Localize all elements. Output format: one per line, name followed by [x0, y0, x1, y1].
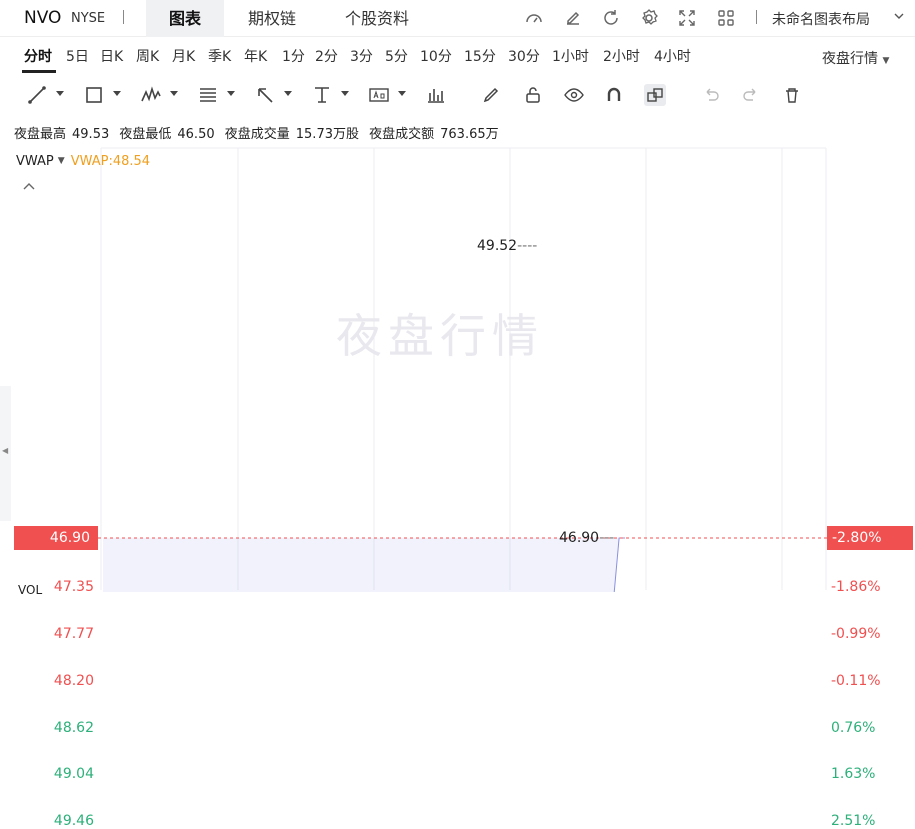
chevron-down-icon[interactable] — [398, 91, 406, 97]
fib-tool-icon[interactable] — [197, 84, 219, 106]
gauge-icon[interactable] — [524, 8, 544, 28]
layout-title[interactable]: 未命名图表布局 — [772, 9, 870, 29]
low-annotation: 46.90--- — [559, 530, 614, 546]
high-label: 夜盘最高 — [14, 127, 67, 142]
y-axis-price-label: 47.35 — [53, 578, 94, 595]
divider — [756, 10, 757, 24]
y-axis-price-label: 48.62 — [53, 719, 94, 736]
watermark-text: 夜盘行情 — [336, 309, 544, 363]
chevron-down-icon[interactable] — [56, 91, 64, 97]
y-axis-price-label: 49.04 — [53, 766, 94, 783]
trash-icon[interactable] — [781, 84, 803, 106]
period-selector: 分时 5日 日K 周K 月K 季K 年K 1分 2分 3分 5分 10分 15分… — [0, 40, 915, 74]
session-dropdown[interactable]: 夜盘行情 ▼ — [822, 48, 889, 68]
y-axis-price-label: 49.46 — [53, 813, 94, 829]
annotation-dash: --- — [599, 530, 615, 546]
eye-icon[interactable] — [563, 84, 585, 106]
y-axis-percent-label: 1.63% — [831, 766, 876, 783]
text-tool-icon[interactable] — [311, 84, 333, 106]
period-5d[interactable]: 5日 — [66, 46, 89, 66]
intraday-chart[interactable] — [0, 145, 915, 592]
gear-icon[interactable] — [639, 8, 659, 28]
chart-canvas[interactable] — [0, 145, 915, 592]
top-bar: NVO NYSE 图表 期权链 个股资料 未命名图表布局 — [0, 0, 915, 37]
chevron-down-icon[interactable] — [894, 11, 904, 21]
y-axis-percent-label: -0.11% — [831, 673, 881, 690]
chevron-down-icon[interactable] — [227, 91, 235, 97]
period-10m[interactable]: 10分 — [420, 46, 452, 66]
period-month-k[interactable]: 月K — [172, 46, 195, 66]
low-label: 夜盘最低 — [119, 127, 172, 142]
session-stats: 夜盘最高 49.53 夜盘最低 46.50 夜盘成交量 15.73万股 夜盘成交额 76… — [14, 123, 505, 142]
period-week-k[interactable]: 周K — [136, 46, 159, 66]
undo-icon[interactable] — [700, 84, 722, 106]
session-dropdown-label: 夜盘行情 — [822, 51, 878, 67]
volume-value: 15.73万股 — [295, 127, 359, 142]
brush-icon[interactable] — [480, 84, 502, 106]
chevron-down-icon[interactable] — [284, 91, 292, 97]
period-4h[interactable]: 4小时 — [654, 46, 691, 66]
current-change-tag: -2.80% — [827, 526, 913, 550]
y-axis-price-label: 47.77 — [53, 625, 94, 642]
amount-value: 763.65万 — [440, 127, 499, 142]
period-1h[interactable]: 1小时 — [552, 46, 589, 66]
price-area — [103, 538, 625, 592]
edit-icon[interactable] — [563, 8, 583, 28]
period-year-k[interactable]: 年K — [244, 46, 267, 66]
y-axis-percent-label: 0.76% — [831, 719, 876, 736]
period-day-k[interactable]: 日K — [100, 46, 123, 66]
redo-icon[interactable] — [740, 84, 762, 106]
period-1m[interactable]: 1分 — [282, 46, 305, 66]
divider — [123, 10, 124, 24]
amount-label: 夜盘成交额 — [369, 127, 435, 142]
y-axis-percent-label: 2.51% — [831, 813, 876, 829]
current-price-tag: 46.90 — [14, 526, 98, 550]
volume-label: 夜盘成交量 — [224, 127, 290, 142]
refresh-icon[interactable] — [601, 8, 621, 28]
arrow-tool-icon[interactable] — [254, 84, 276, 106]
period-2h[interactable]: 2小时 — [603, 46, 640, 66]
grid-icon[interactable] — [716, 8, 736, 28]
period-3m[interactable]: 3分 — [350, 46, 373, 66]
chevron-down-icon[interactable] — [341, 91, 349, 97]
period-5m[interactable]: 5分 — [385, 46, 408, 66]
chevron-down-icon[interactable] — [170, 91, 178, 97]
period-15m[interactable]: 15分 — [464, 46, 496, 66]
low-value: 46.50 — [177, 127, 215, 142]
chevron-down-icon: ▼ — [882, 56, 890, 66]
label-tool-icon[interactable] — [368, 84, 390, 106]
annotation-dash: ---- — [517, 238, 538, 254]
fullscreen-icon[interactable] — [677, 8, 697, 28]
high-annotation: 49.52---- — [477, 238, 537, 254]
lock-icon[interactable] — [522, 84, 544, 106]
bar-indicator-icon[interactable] — [425, 84, 447, 106]
tab-chart[interactable]: 图表 — [146, 0, 224, 37]
y-axis-price-label: 48.20 — [53, 673, 94, 690]
period-30m[interactable]: 30分 — [508, 46, 540, 66]
high-value: 49.53 — [72, 127, 110, 142]
wave-tool-icon[interactable] — [140, 84, 162, 106]
exchange-label: NYSE — [71, 11, 106, 26]
active-period-indicator — [22, 70, 56, 73]
symbol-code: NVO — [24, 8, 62, 28]
line-tool-icon[interactable] — [26, 84, 48, 106]
period-intraday[interactable]: 分时 — [24, 46, 52, 66]
y-axis-percent-label: -1.86% — [831, 578, 881, 595]
tab-options-chain[interactable]: 期权链 — [232, 0, 312, 37]
period-2m[interactable]: 2分 — [315, 46, 338, 66]
rectangle-tool-icon[interactable] — [83, 84, 105, 106]
volume-pane-label-text: VOL — [18, 583, 43, 597]
tab-company-profile[interactable]: 个股资料 — [328, 0, 426, 37]
copy-icon[interactable] — [644, 84, 666, 106]
drawing-toolbar — [0, 80, 915, 112]
volume-pane-label: VOL — [18, 583, 42, 597]
low-annotation-value: 46.90 — [559, 530, 600, 546]
magnet-icon[interactable] — [603, 84, 625, 106]
y-axis-percent-label: -0.99% — [831, 625, 881, 642]
period-quarter-k[interactable]: 季K — [208, 46, 231, 66]
high-annotation-value: 49.52 — [477, 238, 518, 254]
chevron-down-icon[interactable] — [113, 91, 121, 97]
